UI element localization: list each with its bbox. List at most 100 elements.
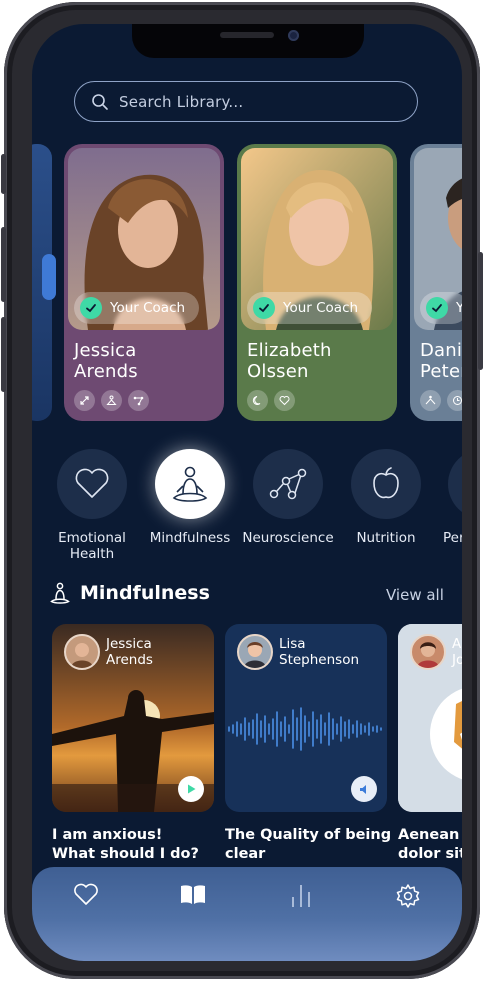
coach-first-name: Elizabeth	[247, 340, 332, 361]
content-card-partial[interactable]: As Jo	[398, 624, 462, 812]
moon-icon	[247, 390, 268, 411]
meditation-icon	[101, 390, 122, 411]
content-card-anxious[interactable]: Jessica Arends	[52, 624, 214, 812]
speaker	[220, 32, 274, 38]
book-icon	[181, 885, 206, 904]
badge-label: Y	[456, 300, 462, 316]
coach-last-name: Peter	[420, 361, 462, 382]
gear-icon	[397, 884, 420, 908]
check-icon	[253, 297, 275, 319]
coach-first-name: Dani	[420, 340, 462, 361]
mute-switch	[1, 154, 6, 194]
tab-favorites[interactable]	[66, 883, 106, 917]
category-neuroscience[interactable]: Neuroscience	[238, 449, 338, 546]
bottom-tab-bar	[32, 867, 462, 961]
avatar	[237, 634, 273, 670]
category-partial[interactable]: Per	[434, 449, 462, 546]
speaker-icon	[359, 784, 366, 794]
category-label: Per	[443, 530, 462, 546]
avatar	[64, 634, 100, 670]
search-icon	[92, 93, 108, 110]
play-icon	[188, 784, 196, 794]
view-all-link[interactable]: View all	[386, 586, 444, 604]
author-last-name: Arends	[106, 652, 153, 668]
heart-icon	[274, 390, 295, 411]
section-title: Mindfulness	[80, 582, 210, 604]
coach-topic-icons	[74, 390, 149, 411]
tab-settings[interactable]	[388, 883, 428, 917]
content-card-quality[interactable]: Lisa Stephenson	[225, 624, 387, 812]
avatar	[410, 634, 446, 670]
coach-card-partial-left[interactable]	[32, 144, 56, 421]
notch	[132, 24, 364, 58]
category-label: Emotional Health	[58, 530, 126, 562]
check-icon	[426, 297, 448, 319]
search-placeholder: Search Library...	[119, 92, 244, 111]
meditation-icon	[50, 582, 70, 604]
your-coach-badge: Your Coach	[74, 292, 200, 324]
meditation-icon	[155, 449, 225, 519]
coach-card-dani[interactable]: Y Dani Peter	[410, 144, 462, 421]
coach-card-elizabeth[interactable]: Your Coach Elizabeth Olssen	[237, 144, 397, 421]
volume-down-button	[1, 317, 6, 392]
phone-frame: Search Library... Your Coach Jessica Are…	[1, 2, 483, 979]
search-input[interactable]: Search Library...	[74, 81, 418, 122]
audio-button[interactable]	[351, 776, 377, 802]
category-label: Neuroscience	[242, 530, 334, 546]
card-author: Lisa Stephenson	[279, 636, 359, 668]
title-line: The Quality of being	[225, 827, 392, 843]
check-icon	[80, 297, 102, 319]
card-accent	[42, 254, 56, 300]
content-title[interactable]: Aenean dolor sit	[398, 826, 462, 864]
title-line: Aenean	[398, 827, 460, 843]
app-screen: Search Library... Your Coach Jessica Are…	[32, 24, 462, 961]
title-line: dolor sit	[398, 846, 462, 862]
author-first-name: Jessica	[106, 636, 152, 652]
coach-name: Dani Peter	[420, 340, 462, 382]
heart-icon	[57, 449, 127, 519]
author-first-name: Lisa	[279, 636, 306, 652]
volume-up-button	[1, 227, 6, 302]
coach-topic-icons	[420, 390, 462, 411]
coach-topic-icons	[247, 390, 295, 411]
coach-last-name: Arends	[74, 361, 138, 382]
coach-first-name: Jessica	[74, 340, 137, 361]
tab-library[interactable]	[173, 883, 213, 917]
content-title[interactable]: I am anxious! What should I do?	[52, 826, 222, 864]
expand-icon	[74, 390, 95, 411]
your-coach-badge: Y	[420, 292, 462, 324]
card-author: Jessica Arends	[106, 636, 153, 668]
category-nutrition[interactable]: Nutrition	[336, 449, 436, 546]
coach-name: Elizabeth Olssen	[247, 340, 332, 382]
coach-last-name: Olssen	[247, 361, 309, 382]
card-author: As Jo	[452, 636, 462, 668]
yoga-icon	[420, 390, 441, 411]
category-label: Nutrition	[356, 530, 416, 546]
audio-waveform	[228, 707, 382, 751]
category-mindfulness[interactable]: Mindfulness	[140, 449, 240, 546]
category-label: Mindfulness	[149, 530, 231, 546]
bars-icon	[292, 885, 310, 907]
coach-card-jessica[interactable]: Your Coach Jessica Arends	[64, 144, 224, 421]
badge-label: Your Coach	[110, 300, 186, 316]
your-coach-badge: Your Coach	[247, 292, 373, 324]
front-camera	[288, 30, 299, 41]
network-icon	[253, 449, 323, 519]
content-title[interactable]: The Quality of being clear	[225, 826, 395, 864]
title-line: What should I do?	[52, 846, 199, 862]
category-emotional-health[interactable]: Emotional Health	[42, 449, 142, 562]
power-button	[478, 252, 483, 370]
heart-icon	[73, 883, 98, 905]
author-first-name: As	[452, 636, 462, 652]
circle-icon	[448, 449, 462, 519]
badge-label: Your Coach	[283, 300, 359, 316]
author-last-name: Stephenson	[279, 652, 360, 668]
play-button[interactable]	[178, 776, 204, 802]
author-last-name: Jo	[452, 652, 462, 668]
apple-icon	[351, 449, 421, 519]
network-icon	[128, 390, 149, 411]
clock-icon	[447, 390, 462, 411]
section-header: Mindfulness	[50, 582, 210, 604]
title-line: clear	[225, 846, 266, 862]
tab-stats[interactable]	[281, 883, 321, 917]
